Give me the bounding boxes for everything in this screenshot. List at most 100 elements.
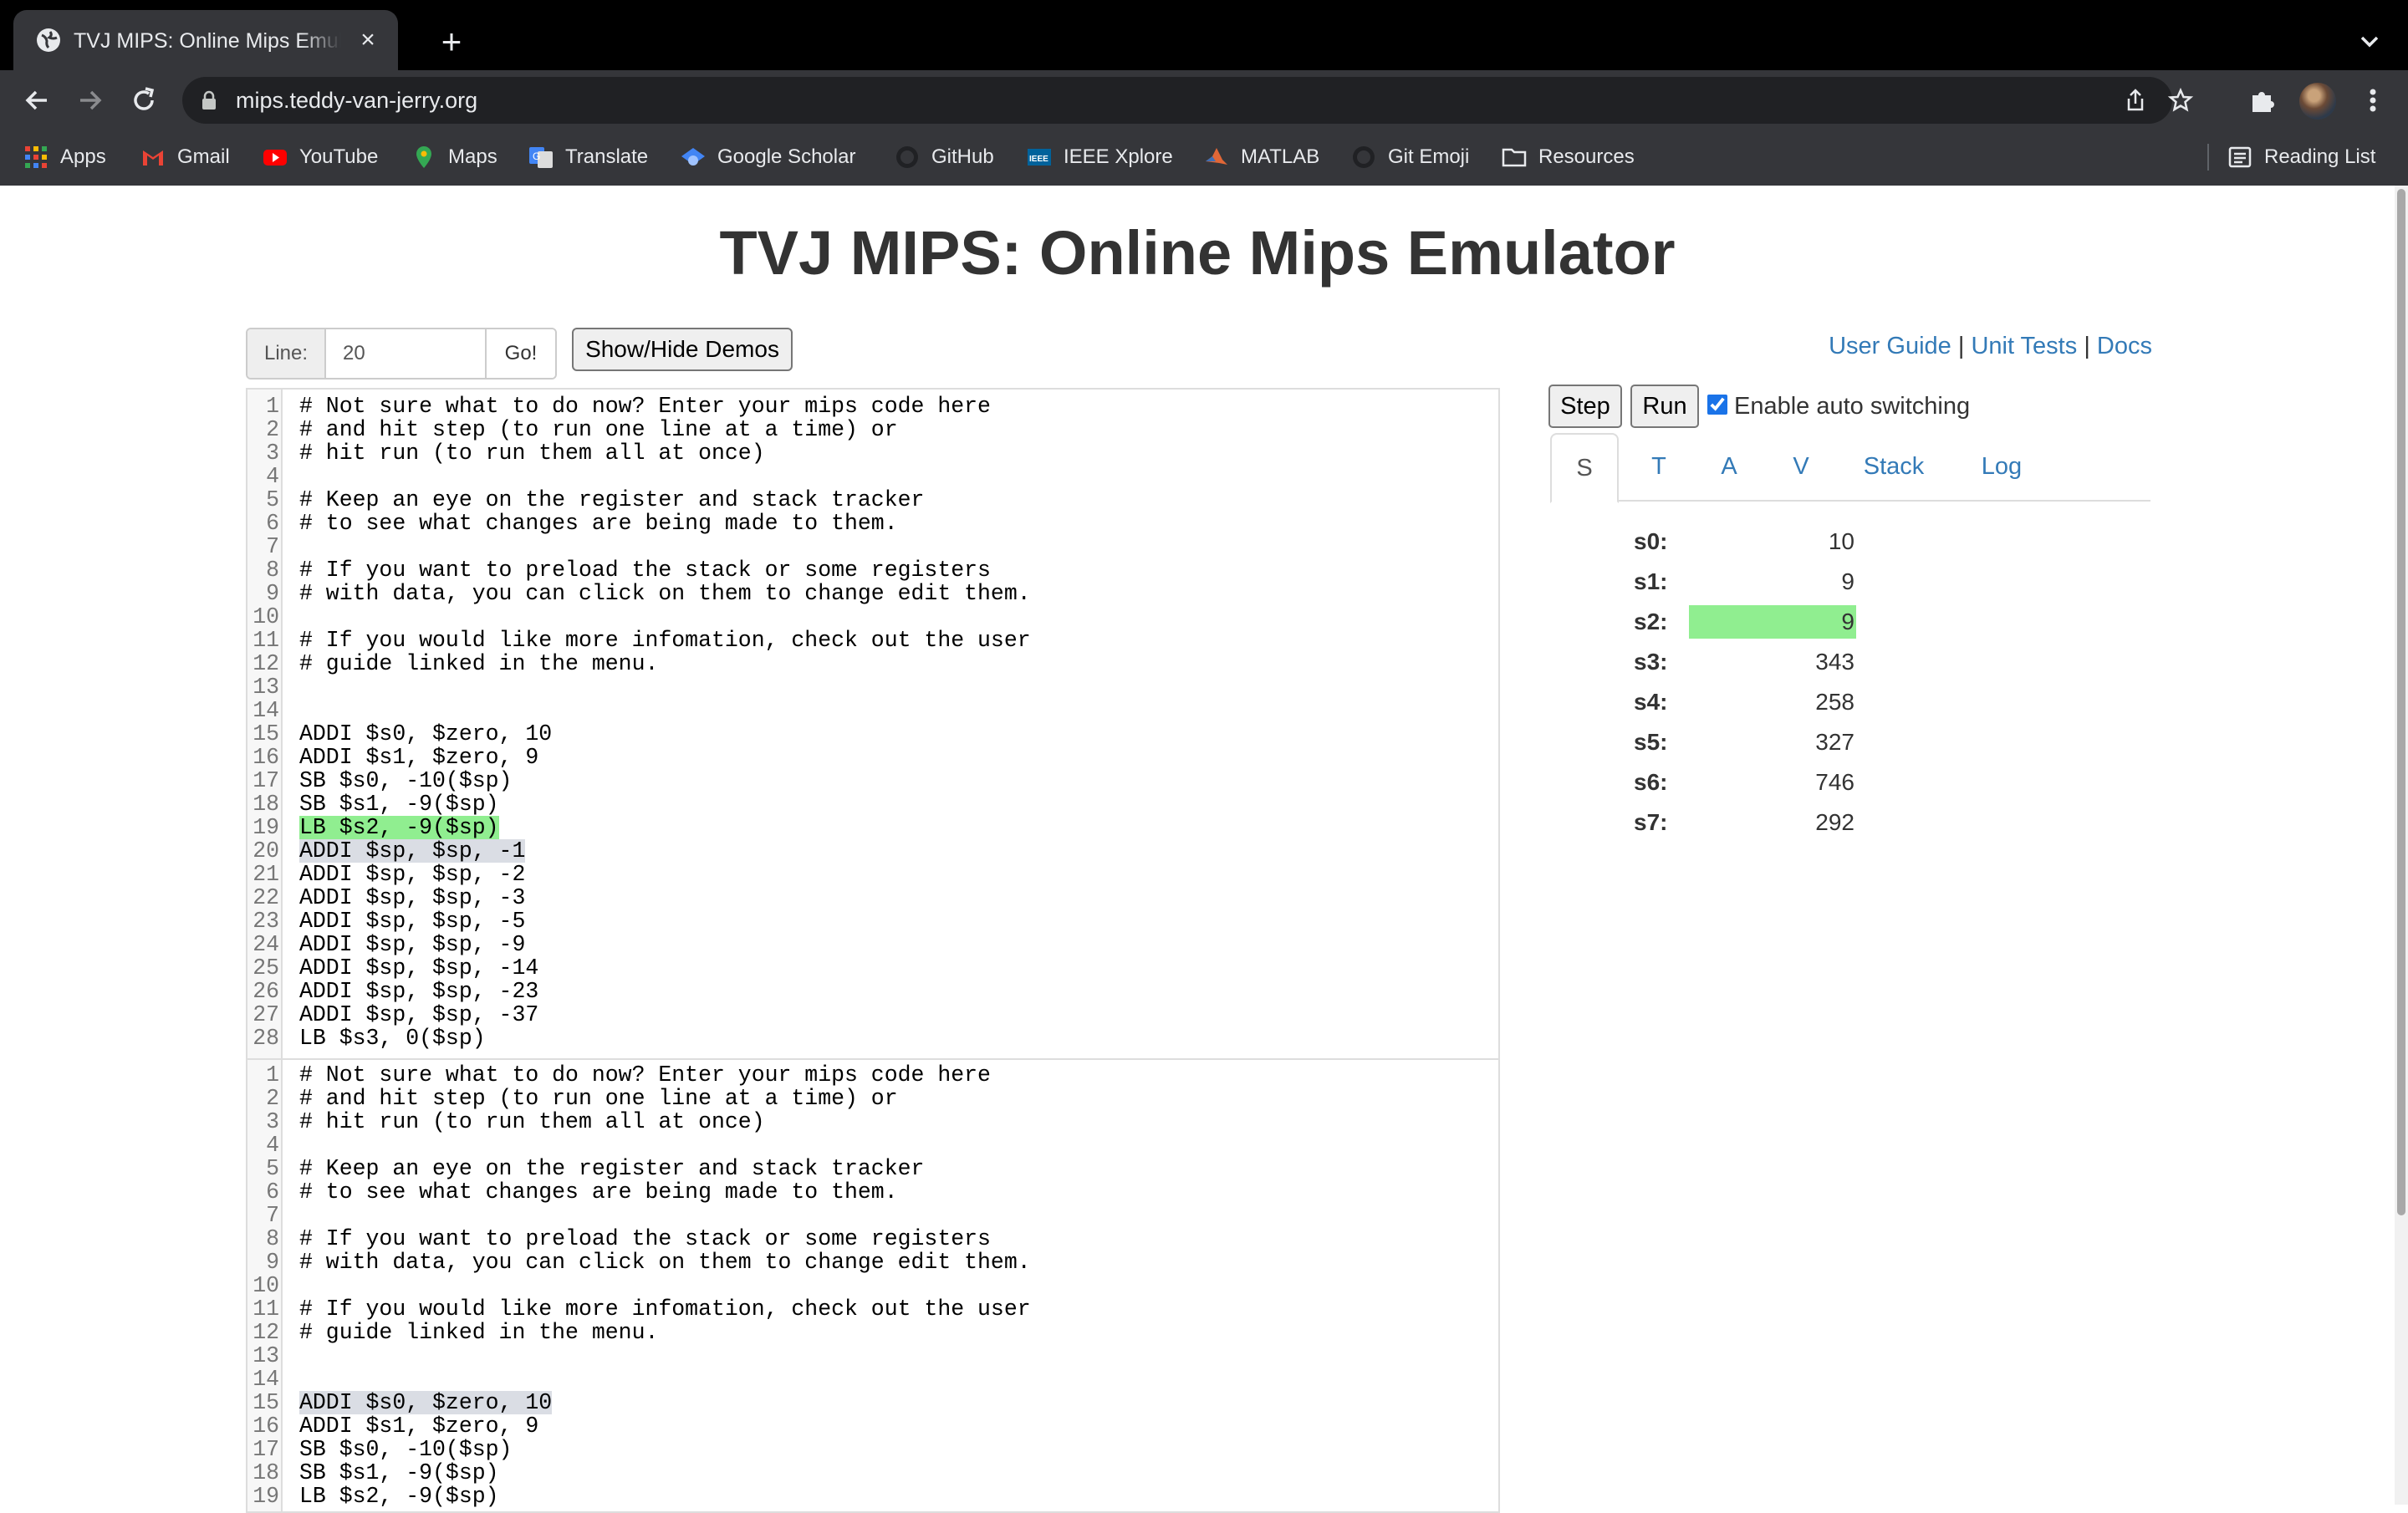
line-number: 6 — [266, 511, 279, 536]
register-row: s1: 9 — [1634, 565, 1856, 599]
goto-line-group: Line: Go! — [246, 328, 557, 380]
code-text: # Keep an eye on the register and stack … — [299, 487, 925, 512]
svg-text:IEEE: IEEE — [1029, 155, 1048, 164]
unit-tests-link[interactable]: Unit Tests — [1971, 333, 2077, 359]
register-value[interactable]: 292 — [1689, 806, 1856, 839]
line-number: 9 — [266, 1250, 279, 1275]
register-row: s3: 343 — [1634, 645, 1856, 679]
back-arrow-icon[interactable] — [20, 84, 54, 117]
code-text: LB $s2, -9($sp) — [299, 815, 499, 840]
bookmark-label: Git Emoji — [1388, 145, 1470, 168]
code-text: # Keep an eye on the register and stack … — [299, 1156, 925, 1181]
code-text: # If you want to preload the stack or so… — [299, 558, 991, 583]
line-number: 15 — [253, 1390, 279, 1415]
code-text: # and hit step (to run one line at a tim… — [299, 1086, 898, 1111]
folder-icon — [1502, 148, 1527, 167]
code-text: ADDI $s1, $zero, 9 — [299, 1414, 539, 1439]
bookmark-label: MATLAB — [1241, 145, 1320, 168]
line-number: 10 — [253, 604, 279, 629]
line-number-input[interactable] — [326, 329, 487, 378]
tab-log[interactable]: Log — [1968, 433, 2035, 500]
code-text: # hit run (to run them all at once) — [299, 441, 765, 466]
line-number: 1 — [266, 1062, 279, 1088]
go-button[interactable]: Go! — [487, 329, 555, 378]
bookmark-youtube[interactable]: YouTube — [263, 142, 378, 172]
profile-avatar[interactable] — [2299, 83, 2336, 120]
reading-list-button[interactable]: Reading List — [2227, 142, 2375, 172]
bookmark-git-emoji[interactable]: Git Emoji — [1351, 142, 1469, 172]
line-number: 18 — [253, 1460, 279, 1485]
scrollbar-thumb[interactable] — [2397, 189, 2405, 1215]
code-text: # Not sure what to do now? Enter your mi… — [299, 1062, 991, 1088]
code-editor-demo[interactable]: 1 # Not sure what to do now? Enter your m… — [246, 1058, 1500, 1513]
register-value[interactable]: 343 — [1689, 645, 1856, 679]
auto-switching-checkbox[interactable] — [1707, 395, 1727, 415]
bookmark-google-scholar[interactable]: Google Scholar — [681, 142, 855, 172]
reload-icon[interactable] — [127, 84, 161, 117]
code-text: SB $s1, -9($sp) — [299, 1460, 499, 1485]
register-row: s6: 746 — [1634, 766, 1856, 799]
tab-s[interactable]: S — [1550, 433, 1619, 503]
close-tab-icon[interactable]: × — [355, 27, 381, 53]
bookmark-ieee-xplore[interactable]: IEEE IEEE Xplore — [1027, 142, 1173, 172]
register-value[interactable]: 9 — [1689, 605, 1856, 639]
page-scrollbar[interactable] — [2395, 186, 2408, 1505]
register-value[interactable]: 327 — [1689, 726, 1856, 759]
scholar-icon — [681, 148, 705, 166]
lock-icon[interactable] — [201, 90, 217, 110]
browser-tab[interactable]: TVJ MIPS: Online Mips Emulator × — [13, 10, 398, 70]
chevron-down-icon[interactable] — [2356, 28, 2383, 55]
register-value[interactable]: 258 — [1689, 685, 1856, 719]
tab-stack[interactable]: Stack — [1848, 433, 1940, 500]
bookmark-github[interactable]: GitHub — [895, 142, 994, 172]
line-number: 14 — [253, 1367, 279, 1392]
register-value[interactable]: 746 — [1689, 766, 1856, 799]
tab-t[interactable]: T — [1634, 433, 1684, 500]
tab-v[interactable]: V — [1776, 433, 1826, 500]
url-text: mips.teddy-van-jerry.org — [236, 88, 478, 113]
translate-icon: G — [529, 147, 553, 168]
share-icon[interactable] — [2122, 87, 2149, 114]
bookmark-translate[interactable]: G Translate — [528, 142, 648, 172]
docs-link[interactable]: Docs — [2097, 333, 2152, 359]
line-number: 8 — [266, 558, 279, 583]
show-hide-demos-button[interactable]: Show/Hide Demos — [572, 328, 793, 371]
tab-a[interactable]: A — [1704, 433, 1754, 500]
header-links: User Guide | Unit Tests | Docs — [1829, 328, 2152, 364]
register-row: s7: 292 — [1634, 806, 1856, 839]
bookmark-label: GitHub — [931, 145, 994, 168]
register-row: s5: 327 — [1634, 726, 1856, 759]
register-value[interactable]: 9 — [1689, 565, 1856, 599]
bookmark-resources[interactable]: Resources — [1502, 142, 1635, 172]
bookmark-maps[interactable]: Maps — [411, 142, 497, 172]
bookmark-matlab[interactable]: MATLAB — [1204, 142, 1319, 172]
forward-arrow-icon[interactable] — [74, 84, 107, 117]
run-button[interactable]: Run — [1630, 385, 1699, 428]
bookmark-label: Google Scholar — [717, 145, 856, 168]
address-bar[interactable]: mips.teddy-van-jerry.org — [182, 77, 2194, 124]
more-menu-icon[interactable] — [2356, 84, 2390, 117]
bookmark-apps[interactable]: Apps — [23, 142, 106, 172]
code-editor[interactable]: 1 # Not sure what to do now? Enter your m… — [246, 388, 1500, 1060]
bookmark-label: IEEE Xplore — [1064, 145, 1173, 168]
register-row: s0: 10 — [1634, 525, 1856, 558]
ieee-icon: IEEE — [1028, 149, 1051, 166]
register-value[interactable]: 10 — [1689, 525, 1856, 558]
line-number: 4 — [266, 1133, 279, 1158]
link-separator: | — [1957, 333, 1965, 359]
step-button[interactable]: Step — [1548, 385, 1622, 428]
line-number: 12 — [253, 651, 279, 676]
auto-switching-label[interactable]: Enable auto switching — [1734, 391, 1970, 421]
extensions-puzzle-icon[interactable] — [2246, 84, 2279, 117]
line-number: 28 — [253, 1026, 279, 1051]
code-text: ADDI $s0, $zero, 10 — [299, 1390, 553, 1415]
register-row: s4: 258 — [1634, 685, 1856, 719]
bookmark-star-icon[interactable] — [2167, 87, 2194, 114]
code-text: # If you would like more infomation, che… — [299, 1296, 1031, 1322]
user-guide-link[interactable]: User Guide — [1829, 333, 1951, 359]
new-tab-icon[interactable]: + — [435, 24, 468, 59]
line-number: 3 — [266, 441, 279, 466]
reading-list-icon — [2228, 146, 2252, 168]
bookmark-label: Translate — [565, 145, 649, 168]
bookmark-gmail[interactable]: Gmail — [140, 142, 230, 172]
